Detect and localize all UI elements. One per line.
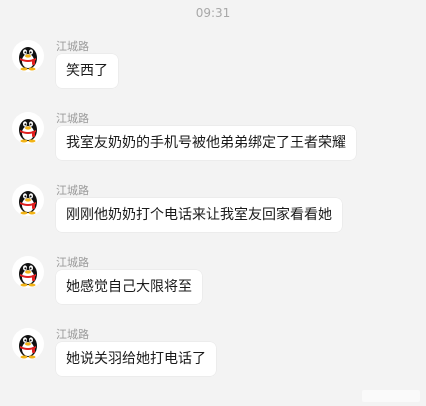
sender-name: 江城路 [56,256,89,269]
message-bubble[interactable]: 她感觉自己大限将至 [56,270,202,304]
chat-timestamp: 09:31 [195,6,231,20]
sender-name: 江城路 [56,112,89,125]
sender-name: 江城路 [56,40,89,53]
message-bubble[interactable]: 刚刚他奶奶打个电话来让我室友回家看看她 [56,198,342,232]
watermark [362,390,420,402]
qq-penguin-icon[interactable] [12,40,44,72]
message-bubble[interactable]: 她说关羽给她打电话了 [56,342,216,376]
chat-message: 江城路 刚刚他奶奶打个电话来让我室友回家看看她 [12,182,416,246]
message-bubble[interactable]: 我室友奶奶的手机号被他弟弟绑定了王者荣耀 [56,126,356,160]
chat-message: 江城路 她说关羽给她打电话了 [12,326,416,390]
qq-penguin-icon[interactable] [12,256,44,288]
chat-message: 江城路 笑西了 [12,38,416,102]
chat-message: 江城路 她感觉自己大限将至 [12,254,416,318]
qq-penguin-icon[interactable] [12,112,44,144]
sender-name: 江城路 [56,184,89,197]
chat-message: 江城路 我室友奶奶的手机号被他弟弟绑定了王者荣耀 [12,110,416,174]
sender-name: 江城路 [56,328,89,341]
qq-penguin-icon[interactable] [12,184,44,216]
qq-penguin-icon[interactable] [12,328,44,360]
message-bubble[interactable]: 笑西了 [56,54,118,88]
